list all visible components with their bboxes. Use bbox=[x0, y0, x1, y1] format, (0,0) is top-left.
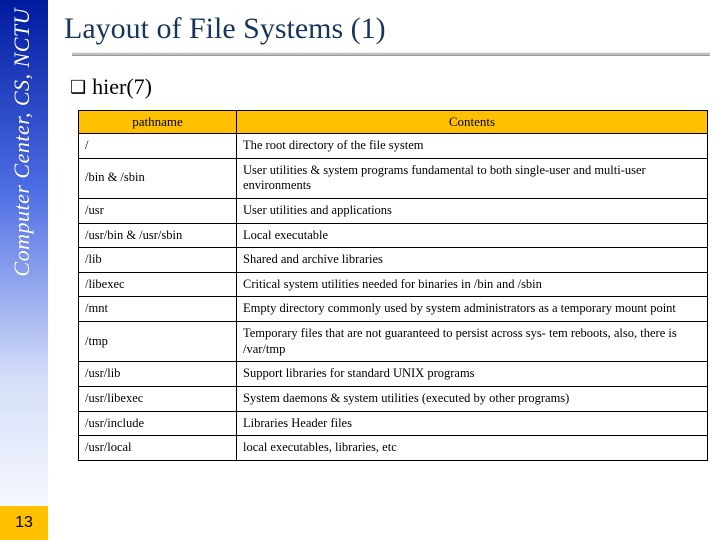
cell-desc: Local executable bbox=[237, 223, 708, 248]
filesystem-table: pathname Contents /The root directory of… bbox=[78, 110, 708, 461]
cell-path: / bbox=[79, 134, 237, 159]
slide: Computer Center, CS, NCTU 13 Layout of F… bbox=[0, 0, 720, 540]
cell-desc: User utilities and applications bbox=[237, 198, 708, 223]
cell-desc: System daemons & system utilities (execu… bbox=[237, 386, 708, 411]
cell-desc: local executables, libraries, etc bbox=[237, 436, 708, 461]
table-row: /libexecCritical system utilities needed… bbox=[79, 272, 708, 297]
cell-path: /usr/libexec bbox=[79, 386, 237, 411]
cell-desc: Shared and archive libraries bbox=[237, 248, 708, 273]
table-row: /usr/includeLibraries Header files bbox=[79, 411, 708, 436]
cell-path: /usr bbox=[79, 198, 237, 223]
cell-path: /libexec bbox=[79, 272, 237, 297]
page-number-badge: 13 bbox=[0, 506, 48, 540]
table-header-row: pathname Contents bbox=[79, 111, 708, 134]
sidebar-org-text: Computer Center, CS, NCTU bbox=[9, 8, 35, 277]
cell-path: /bin & /sbin bbox=[79, 158, 237, 198]
cell-desc: User utilities & system programs fundame… bbox=[237, 158, 708, 198]
bullet-marker-icon: ❑ bbox=[70, 77, 86, 97]
title-rule bbox=[72, 52, 710, 56]
cell-path: /usr/lib bbox=[79, 362, 237, 387]
slide-title: Layout of File Systems (1) bbox=[64, 12, 706, 46]
table-row: /bin & /sbinUser utilities & system prog… bbox=[79, 158, 708, 198]
col-header-contents: Contents bbox=[237, 111, 708, 134]
slide-content: Layout of File Systems (1) ❑ hier(7) path… bbox=[60, 6, 710, 534]
cell-desc: Critical system utilities needed for bin… bbox=[237, 272, 708, 297]
cell-path: /lib bbox=[79, 248, 237, 273]
cell-path: /usr/include bbox=[79, 411, 237, 436]
table-row: /The root directory of the file system bbox=[79, 134, 708, 159]
cell-desc: Libraries Header files bbox=[237, 411, 708, 436]
bullet-text: hier(7) bbox=[92, 74, 152, 99]
col-header-pathname: pathname bbox=[79, 111, 237, 134]
table-row: /usr/locallocal executables, libraries, … bbox=[79, 436, 708, 461]
cell-desc: The root directory of the file system bbox=[237, 134, 708, 159]
table-row: /tmpTemporary files that are not guarant… bbox=[79, 322, 708, 362]
cell-path: /mnt bbox=[79, 297, 237, 322]
cell-desc: Support libraries for standard UNIX prog… bbox=[237, 362, 708, 387]
table-row: /usr/bin & /usr/sbinLocal executable bbox=[79, 223, 708, 248]
cell-desc: Temporary files that are not guaranteed … bbox=[237, 322, 708, 362]
bullet-hier: ❑ hier(7) bbox=[70, 74, 710, 100]
table-row: /usr/libSupport libraries for standard U… bbox=[79, 362, 708, 387]
table-row: /libShared and archive libraries bbox=[79, 248, 708, 273]
cell-desc: Empty directory commonly used by system … bbox=[237, 297, 708, 322]
table-row: /usrUser utilities and applications bbox=[79, 198, 708, 223]
cell-path: /usr/bin & /usr/sbin bbox=[79, 223, 237, 248]
table-row: /mntEmpty directory commonly used by sys… bbox=[79, 297, 708, 322]
cell-path: /usr/local bbox=[79, 436, 237, 461]
cell-path: /tmp bbox=[79, 322, 237, 362]
table-row: /usr/libexecSystem daemons & system util… bbox=[79, 386, 708, 411]
